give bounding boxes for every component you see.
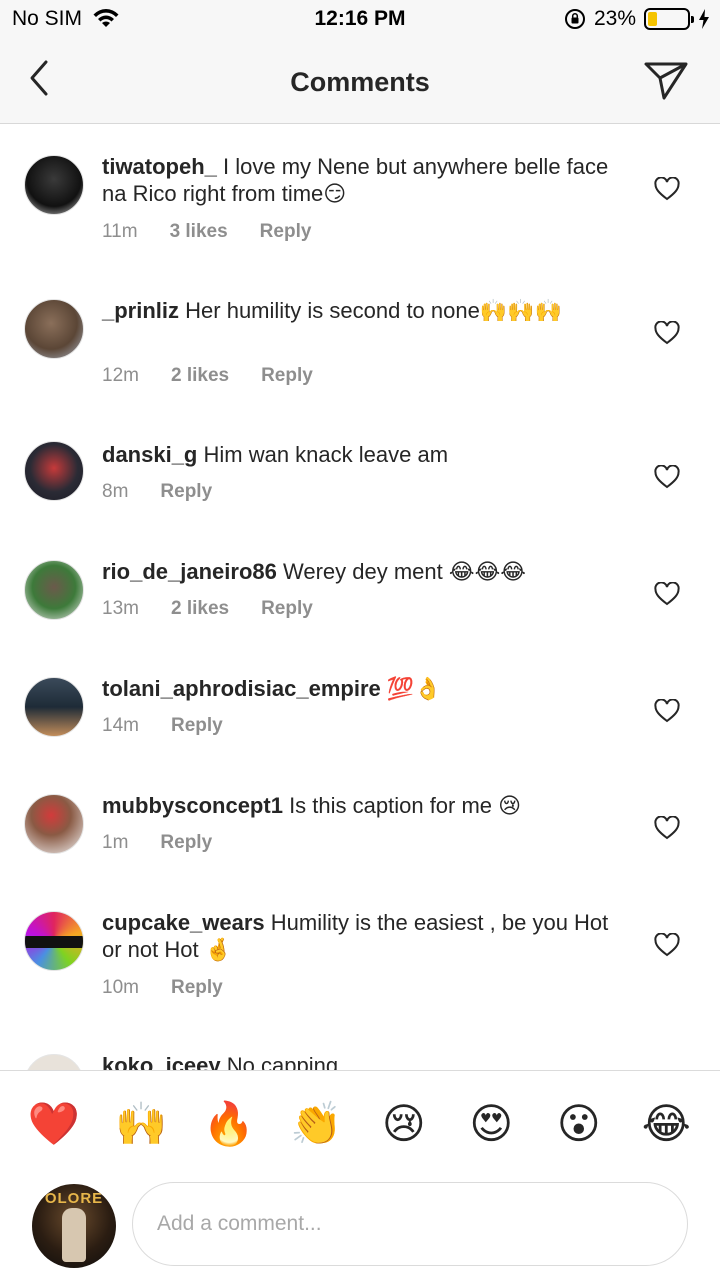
comment-username[interactable]: rio_de_janeiro86	[102, 559, 277, 584]
avatar[interactable]	[24, 794, 84, 854]
reaction-heart-emoji[interactable]: ❤️	[24, 1099, 84, 1149]
comment-username[interactable]: tiwatopeh_	[102, 154, 217, 179]
like-heart-icon[interactable]	[654, 933, 680, 957]
header: Comments	[0, 40, 720, 124]
comment-text: tolani_aphrodisiac_empire 💯👌	[102, 675, 622, 702]
reply-button[interactable]: Reply	[171, 977, 223, 999]
comment-likes[interactable]: 3 likes	[170, 221, 228, 243]
comment-input[interactable]	[132, 1182, 688, 1266]
like-heart-icon[interactable]	[654, 816, 680, 840]
comment-time: 13m	[102, 598, 139, 619]
comment-body: Werey dey ment 😂😂😂	[283, 559, 526, 584]
reply-button[interactable]: Reply	[261, 365, 313, 387]
reaction-cry-emoji[interactable]: 😢	[374, 1099, 434, 1148]
battery-percent: 23%	[593, 7, 636, 30]
avatar[interactable]	[24, 560, 84, 620]
avatar[interactable]	[24, 299, 84, 359]
avatar[interactable]	[24, 911, 84, 971]
comment-text: rio_de_janeiro86 Werey dey ment 😂😂😂	[102, 558, 622, 585]
reaction-fire-emoji[interactable]: 🔥	[199, 1099, 259, 1149]
reaction-wow-emoji[interactable]: 😮	[549, 1099, 609, 1148]
comment-username[interactable]: cupcake_wears	[102, 910, 265, 935]
page-title: Comments	[290, 67, 430, 97]
avatar[interactable]	[24, 677, 84, 737]
comment-text: cupcake_wears Humility is the easiest , …	[102, 909, 622, 963]
like-heart-icon[interactable]	[654, 321, 680, 345]
reaction-heart-eyes-emoji[interactable]: 😍	[461, 1099, 521, 1148]
like-heart-icon[interactable]	[654, 582, 680, 606]
avatar[interactable]	[24, 441, 84, 501]
comment-username[interactable]: mubbysconcept1	[102, 793, 283, 818]
status-bar: No SIM 12:16 PM 23%	[0, 0, 720, 40]
comment-username[interactable]: _prinliz	[102, 298, 179, 323]
comment-username[interactable]: tolani_aphrodisiac_empire	[102, 676, 381, 701]
battery-level	[648, 12, 657, 26]
comment-likes[interactable]: 2 likes	[171, 598, 229, 620]
comment-time: 10m	[102, 977, 139, 998]
charging-icon	[699, 9, 709, 29]
reply-button[interactable]: Reply	[160, 832, 212, 854]
like-heart-icon[interactable]	[654, 699, 680, 723]
quick-reactions-bar: ❤️ 🙌 🔥 👏 😢 😍 😮 😂	[0, 1070, 720, 1176]
comment-text: tiwatopeh_ I love my Nene but anywhere b…	[102, 153, 622, 207]
comment-composer: OLORE	[0, 1176, 720, 1280]
like-heart-icon[interactable]	[654, 465, 680, 489]
reaction-raised-hands-emoji[interactable]: 🙌	[111, 1099, 171, 1149]
comment-time: 14m	[102, 715, 139, 736]
comment-time: 11m	[102, 221, 138, 242]
comment-text: danski_g Him wan knack leave am	[102, 441, 622, 468]
avatar[interactable]	[24, 155, 84, 215]
comment-text: koko_iceey No capping	[102, 1052, 622, 1070]
comments-list[interactable]: tiwatopeh_ I love my Nene but anywhere b…	[0, 125, 720, 1070]
comment-body: No capping	[226, 1053, 339, 1070]
comment-body: 💯👌	[386, 676, 442, 701]
reply-button[interactable]: Reply	[260, 221, 312, 243]
avatar-logo-text: OLORE	[44, 1190, 104, 1207]
user-avatar: OLORE	[32, 1184, 116, 1268]
comment-time: 1m	[102, 832, 129, 853]
comment-text: mubbysconcept1 Is this caption for me 😢	[102, 792, 622, 819]
comment-username[interactable]: koko_iceey	[102, 1053, 221, 1070]
comment-body: Him wan knack leave am	[203, 442, 449, 467]
comment-likes[interactable]: 2 likes	[171, 365, 229, 387]
like-heart-icon[interactable]	[654, 177, 680, 201]
send-icon[interactable]	[642, 56, 690, 104]
reply-button[interactable]: Reply	[160, 481, 212, 503]
reply-button[interactable]: Reply	[261, 598, 313, 620]
avatar[interactable]	[24, 1054, 84, 1070]
reply-button[interactable]: Reply	[171, 715, 223, 737]
reaction-clap-emoji[interactable]: 👏	[286, 1099, 346, 1149]
comment-body: Is this caption for me 😢	[289, 793, 522, 818]
comment-username[interactable]: danski_g	[102, 442, 197, 467]
battery-icon	[644, 8, 694, 30]
orientation-lock-icon	[564, 9, 585, 29]
comment-time: 8m	[102, 481, 129, 502]
comment-text: _prinliz Her humility is second to none🙌…	[102, 297, 622, 324]
reaction-laugh-emoji[interactable]: 😂	[636, 1099, 696, 1148]
comment-body: Her humility is second to none🙌🙌🙌	[185, 298, 563, 323]
comment-time: 12m	[102, 365, 139, 386]
